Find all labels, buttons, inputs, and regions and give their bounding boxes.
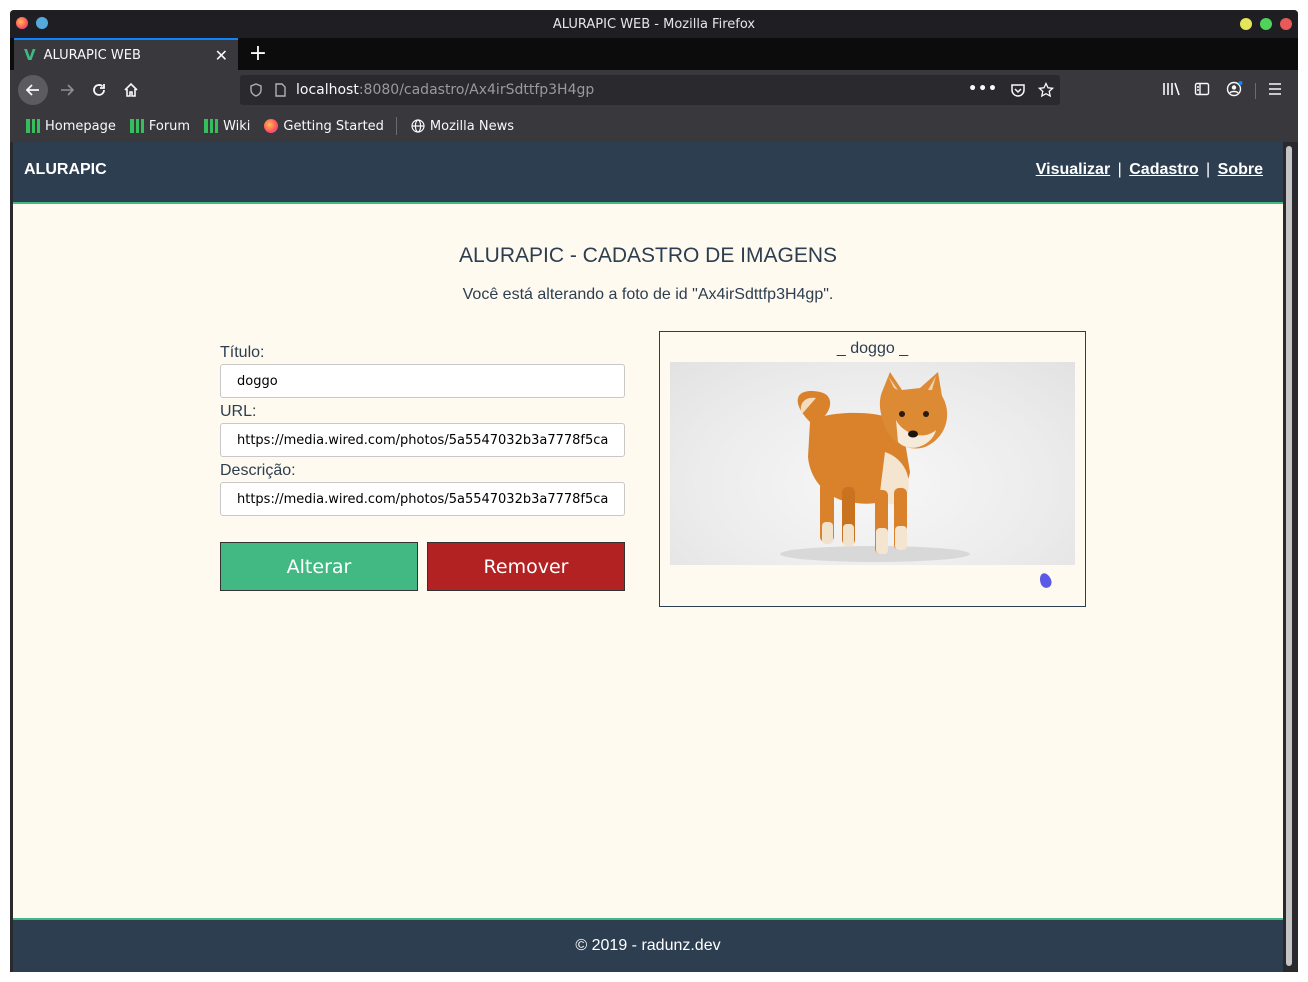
menu-link-cadastro[interactable]: Cadastro [1129,161,1198,178]
home-icon [124,82,138,97]
bookmarks-toolbar: Homepage Forum Wiki Getting Started Mozi… [10,110,1298,142]
dog-photo [670,362,1075,565]
mouse-cursor-icon [1037,571,1054,590]
url-host: localhost [296,82,359,98]
descricao-label: Descrição: [220,462,296,479]
globe-icon [411,119,425,133]
hamburger-menu-icon[interactable] [1268,81,1282,97]
pin-icon[interactable] [36,17,48,29]
alterar-button[interactable]: Alterar [220,542,418,591]
library-icon[interactable] [1162,81,1180,97]
menu-separator: | [1206,161,1211,178]
url-bar[interactable]: localhost:8080/cadastro/Ax4irSdttfp3H4gp… [240,75,1060,105]
pocket-icon[interactable] [1010,82,1026,98]
card-title: _ doggo _ [836,340,909,357]
forward-button[interactable] [52,75,82,105]
star-icon[interactable] [1038,82,1054,98]
bookmark-getting-started[interactable]: Getting Started [264,119,384,134]
remover-button[interactable]: Remover [427,542,625,591]
image-preview-card: _ doggo _ [659,331,1086,607]
image-form: Título: URL: Descrição: [220,340,626,517]
close-window-button[interactable] [1280,18,1292,30]
bookmark-mozilla-news[interactable]: Mozilla News [411,119,514,134]
navigation-bar: localhost:8080/cadastro/Ax4irSdttfp3H4gp… [10,70,1298,110]
menu-separator: | [1117,161,1122,178]
title-bar: ALURAPIC WEB - Mozilla Firefox [10,10,1298,38]
minimize-button[interactable] [1240,18,1252,30]
reload-icon [93,84,105,96]
page-actions-icon[interactable]: ••• [968,81,998,97]
url-label: URL: [220,403,257,420]
bookmark-forum[interactable]: Forum [129,119,190,134]
manjaro-icon [26,119,40,133]
bookmark-homepage[interactable]: Homepage [26,119,116,134]
page-subtitle: Você está alterando a foto de id "Ax4irS… [462,286,834,303]
manjaro-icon [129,119,144,133]
vue-icon: V [24,46,36,64]
descricao-input[interactable] [220,482,625,516]
page-title: ALURAPIC - CADASTRO DE IMAGENS [458,244,838,267]
shield-icon[interactable] [250,83,262,97]
new-tab-button[interactable]: + [246,41,270,66]
menu-link-sobre[interactable]: Sobre [1218,161,1263,178]
manjaro-icon [204,119,219,133]
bookmark-separator [395,117,397,135]
url-path: :8080/cadastro/Ax4irSdttfp3H4gp [358,82,595,98]
vertical-scrollbar[interactable] [1283,142,1295,970]
home-button[interactable] [116,75,146,105]
menu-link-visualizar[interactable]: Visualizar [1036,161,1110,178]
tab-label: ALURAPIC WEB [43,47,141,63]
titulo-label: Título: [220,344,265,361]
page-info-icon[interactable] [274,83,286,97]
url-input[interactable] [220,423,625,457]
app-footer: © 2019 - radunz.dev [13,918,1283,972]
arrow-right-icon [61,84,75,96]
tab-alurapic[interactable]: V ALURAPIC WEB ✕ [14,38,238,70]
firefox-icon [264,119,279,133]
reload-button[interactable] [84,75,114,105]
tab-bar: V ALURAPIC WEB ✕ + [10,38,1298,70]
app-menu: Visualizar | Cadastro | Sobre [1036,161,1263,179]
window-title: ALURAPIC WEB - Mozilla Firefox [552,16,756,32]
maximize-button[interactable] [1260,18,1272,30]
app-brand: ALURAPIC [24,161,107,178]
arrow-left-icon [25,84,39,96]
firefox-icon [16,17,28,29]
scrollbar-thumb[interactable] [1286,146,1292,966]
back-button[interactable] [18,75,48,105]
bookmark-wiki[interactable]: Wiki [204,119,250,134]
close-tab-icon[interactable]: ✕ [215,46,228,65]
titulo-input[interactable] [220,364,625,398]
account-icon[interactable] [1226,81,1244,97]
page-content: ALURAPIC Visualizar | Cadastro | Sobre A… [13,142,1283,972]
browser-window: ALURAPIC WEB - Mozilla Firefox V ALURAPI… [10,10,1298,972]
sidebar-icon[interactable] [1194,81,1210,97]
shiba-inu-image [780,372,970,562]
app-header: ALURAPIC Visualizar | Cadastro | Sobre [13,142,1283,204]
